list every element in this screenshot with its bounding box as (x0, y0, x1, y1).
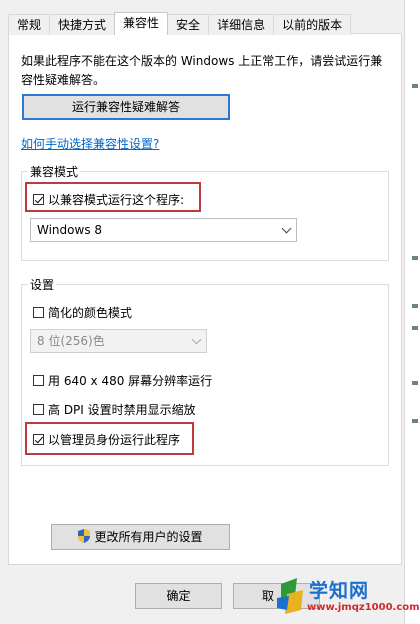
res-640-row[interactable]: 用 640 x 480 屏幕分辨率运行 (33, 372, 212, 389)
edge-mark (412, 84, 418, 88)
tab-bar: 常规 快捷方式 兼容性 安全 详细信息 以前的版本 (8, 12, 352, 35)
tab-general[interactable]: 常规 (8, 14, 51, 35)
tab-previous-versions[interactable]: 以前的版本 (273, 14, 352, 35)
res-640-checkbox[interactable] (33, 375, 44, 386)
reduced-color-label: 简化的颜色模式 (48, 306, 133, 320)
settings-title: 设置 (28, 276, 57, 293)
background-window-edge (404, 0, 420, 624)
chevron-down-icon (281, 223, 292, 234)
tab-details[interactable]: 详细信息 (208, 14, 275, 35)
run-troubleshooter-button[interactable]: 运行兼容性疑难解答 (22, 94, 230, 120)
watermark-brand: 学知网 (309, 580, 370, 602)
color-depth-value: 8 位(256)色 (37, 334, 105, 348)
edge-mark (412, 381, 418, 385)
color-depth-select[interactable]: 8 位(256)色 (30, 329, 207, 353)
high-dpi-row[interactable]: 高 DPI 设置时禁用显示缩放 (33, 401, 196, 418)
highlight-box-compat (25, 182, 201, 212)
tab-security[interactable]: 安全 (167, 14, 210, 35)
change-all-users-button[interactable]: 更改所有用户的设置 (51, 524, 230, 550)
edge-mark (412, 304, 418, 308)
compat-mode-title: 兼容模式 (28, 163, 81, 180)
edge-mark (412, 256, 418, 260)
chevron-down-icon (191, 334, 202, 345)
compat-os-select[interactable]: Windows 8 (30, 218, 297, 242)
tab-compatibility[interactable]: 兼容性 (114, 12, 169, 35)
reduced-color-row[interactable]: 简化的颜色模式 (33, 304, 132, 321)
highlight-box-admin (25, 422, 194, 455)
edge-mark (412, 419, 418, 423)
watermark-url: www.jmqz1000.com (307, 602, 420, 613)
change-all-users-label: 更改所有用户的设置 (94, 530, 203, 544)
watermark-emblem-icon (277, 578, 303, 614)
high-dpi-checkbox[interactable] (33, 404, 44, 415)
manual-settings-link[interactable]: 如何手动选择兼容性设置? (21, 135, 159, 152)
ok-button[interactable]: 确定 (135, 583, 222, 609)
compat-os-value: Windows 8 (37, 223, 103, 237)
reduced-color-checkbox[interactable] (33, 307, 44, 318)
shield-icon (78, 529, 91, 543)
res-640-label: 用 640 x 480 屏幕分辨率运行 (48, 374, 213, 388)
watermark-logo: 学知网 www.jmqz1000.com (275, 572, 420, 622)
tab-shortcut[interactable]: 快捷方式 (49, 14, 116, 35)
high-dpi-label: 高 DPI 设置时禁用显示缩放 (48, 403, 196, 417)
edge-mark (412, 326, 418, 330)
compatibility-description: 如果此程序不能在这个版本的 Windows 上正常工作，请尝试运行兼容性疑难解答… (21, 54, 383, 87)
